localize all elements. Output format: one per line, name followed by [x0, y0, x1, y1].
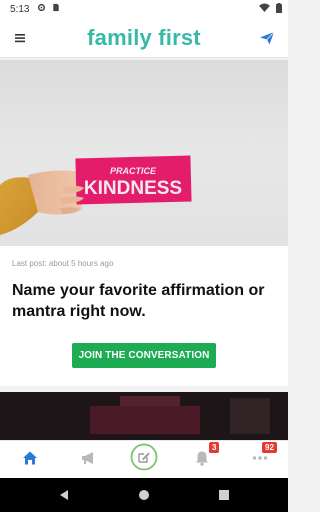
status-bar: 5:13	[0, 0, 288, 18]
next-post-image[interactable]	[0, 392, 288, 440]
app-logo: family first	[87, 24, 201, 50]
home-button-icon[interactable]	[136, 487, 152, 503]
post-card[interactable]: PRACTICE KINDNESS Last post: about 5 hou…	[0, 60, 288, 386]
system-nav-bar	[0, 478, 288, 512]
nav-announcements[interactable]	[73, 447, 103, 473]
card-text-practice: PRACTICE	[110, 166, 157, 176]
notifications-badge: 3	[209, 442, 220, 453]
wifi-icon	[259, 3, 270, 15]
send-icon[interactable]	[258, 29, 276, 47]
menu-icon[interactable]	[12, 30, 28, 46]
settings-icon	[37, 3, 46, 15]
app-bar: family first	[0, 18, 288, 58]
back-icon[interactable]	[56, 487, 72, 503]
nav-more[interactable]: 92	[245, 442, 277, 473]
megaphone-icon	[79, 449, 97, 472]
post-image[interactable]: PRACTICE KINDNESS	[0, 60, 288, 246]
more-badge: 92	[262, 442, 277, 453]
status-time: 5:13	[10, 3, 30, 15]
recents-icon[interactable]	[216, 487, 232, 503]
nav-compose[interactable]	[129, 443, 159, 472]
nav-notifications[interactable]: 3	[187, 442, 220, 473]
post-meta: Last post: about 5 hours ago	[12, 259, 114, 268]
compose-icon	[130, 443, 158, 476]
card-text-kindness: KINDNESS	[84, 178, 182, 199]
nav-home[interactable]	[15, 447, 45, 473]
bottom-nav: 3 92	[0, 440, 288, 478]
post-title[interactable]: Name your favorite affirmation or mantra…	[12, 280, 276, 322]
home-icon	[21, 449, 39, 472]
sim-icon	[52, 3, 60, 15]
battery-icon	[276, 2, 282, 16]
join-conversation-button[interactable]: JOIN THE CONVERSATION	[72, 343, 216, 368]
